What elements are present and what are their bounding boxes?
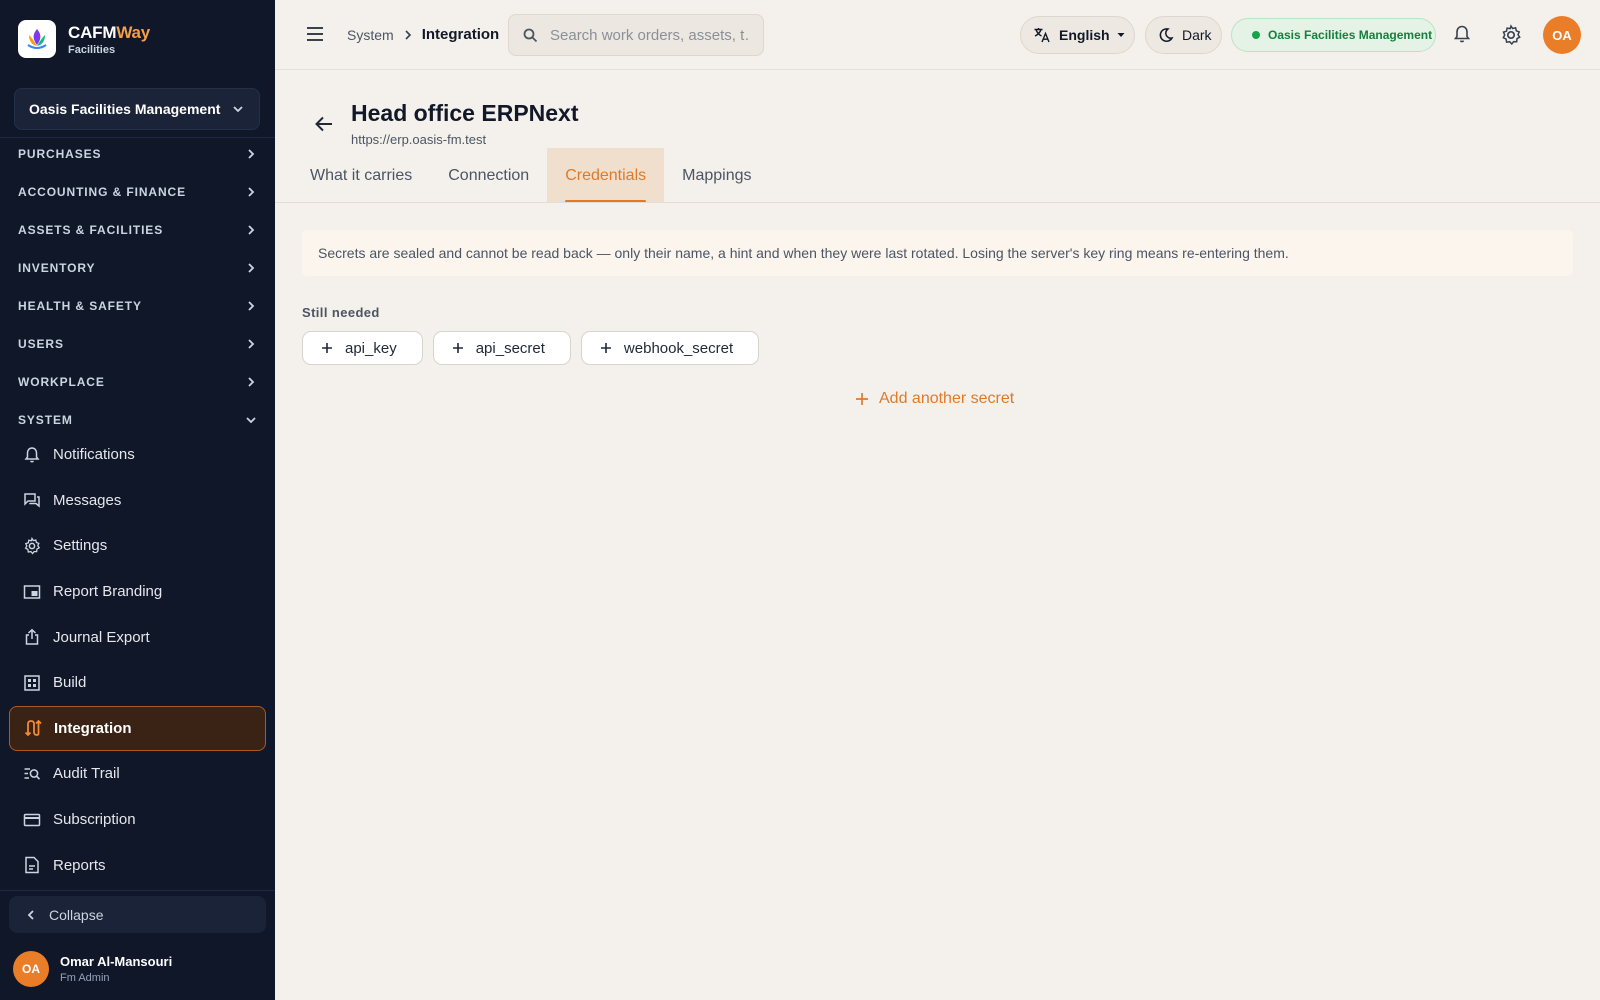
sidebar-sections: PURCHASES ACCOUNTING & FINANCE ASSETS & … — [0, 135, 275, 439]
chevron-left-icon — [27, 909, 34, 920]
chevron-right-icon — [248, 339, 255, 349]
moon-icon — [1159, 28, 1174, 42]
sidebar-section-accounting-finance[interactable]: ACCOUNTING & FINANCE — [0, 173, 275, 211]
system-menu: Notifications Messages Settings Report B… — [9, 432, 266, 888]
add-webhook-secret-button[interactable]: webhook_secret — [580, 331, 760, 365]
needed-secrets: api_key api_secret webhook_secret — [302, 331, 769, 365]
sidebar-item-integration[interactable]: Integration — [9, 705, 266, 752]
chevron-right-icon — [403, 29, 413, 40]
sidebar: CAFMWay Facilities Oasis Facilities Mana… — [0, 0, 275, 1000]
page-title: Head office ERPNext — [351, 100, 579, 126]
user-profile[interactable]: OA Omar Al-Mansouri Fm Admin — [13, 951, 172, 987]
collapse-button[interactable]: Collapse — [9, 896, 266, 933]
sidebar-section-users[interactable]: USERS — [0, 325, 275, 363]
gear-icon — [22, 536, 42, 556]
sidebar-item-build[interactable]: Build — [9, 660, 266, 706]
breadcrumb: System Integration — [347, 26, 499, 43]
sidebar-item-messages[interactable]: Messages — [9, 478, 266, 524]
tab-credentials[interactable]: Credentials — [547, 148, 665, 203]
tab-bar: What it carries Connection Credentials M… — [292, 148, 770, 203]
org-selector-label: Oasis Facilities Management — [29, 101, 221, 117]
sidebar-section-assets-facilities[interactable]: ASSETS & FACILITIES — [0, 211, 275, 249]
search-box — [508, 14, 764, 56]
tab-what-it-carries[interactable]: What it carries — [292, 148, 430, 203]
sidebar-item-report-branding[interactable]: Report Branding — [9, 569, 266, 615]
settings-gear-icon[interactable] — [1500, 24, 1522, 51]
sidebar-item-audit-trail[interactable]: Audit Trail — [9, 751, 266, 797]
breadcrumb-system[interactable]: System — [347, 27, 394, 43]
user-avatar[interactable]: OA — [1543, 16, 1581, 54]
sidebar-item-notifications[interactable]: Notifications — [9, 432, 266, 478]
plus-icon — [452, 343, 463, 353]
translate-icon — [1034, 28, 1050, 43]
chevron-right-icon — [248, 301, 255, 311]
sidebar-item-settings[interactable]: Settings — [9, 523, 266, 569]
add-api-key-button[interactable]: api_key — [302, 331, 423, 365]
sidebar-section-health-safety[interactable]: HEALTH & SAFETY — [0, 287, 275, 325]
avatar: OA — [13, 951, 49, 987]
theme-toggle[interactable]: Dark — [1145, 16, 1222, 54]
chevron-down-icon — [233, 106, 243, 113]
search-input[interactable] — [550, 26, 750, 44]
sidebar-item-journal-export[interactable]: Journal Export — [9, 614, 266, 660]
chevron-right-icon — [248, 377, 255, 387]
build-icon — [22, 673, 42, 693]
brand[interactable]: CAFMWay Facilities — [18, 20, 150, 58]
plus-icon — [856, 393, 868, 405]
integration-icon — [23, 718, 43, 738]
add-another-secret-button[interactable]: Add another secret — [855, 390, 1014, 408]
org-selector[interactable]: Oasis Facilities Management — [14, 88, 260, 130]
chevron-right-icon — [248, 149, 255, 159]
search-icon — [523, 28, 538, 42]
chevron-right-icon — [248, 263, 255, 273]
tab-mappings[interactable]: Mappings — [664, 148, 769, 203]
language-select[interactable]: English — [1020, 16, 1135, 54]
chevron-right-icon — [248, 225, 255, 235]
sidebar-item-subscription[interactable]: Subscription — [9, 797, 266, 843]
plus-icon — [322, 343, 332, 353]
sidebar-divider — [0, 890, 275, 891]
caret-down-icon — [1117, 33, 1125, 37]
secrets-notice: Secrets are sealed and cannot be read ba… — [302, 230, 1573, 276]
sidebar-section-workplace[interactable]: WORKPLACE — [0, 363, 275, 401]
brand-name: CAFMWay — [68, 22, 151, 42]
breadcrumb-current: Integration — [421, 26, 500, 43]
org-status-badge: Oasis Facilities Management — [1231, 18, 1436, 52]
brand-logo-icon — [18, 20, 56, 58]
still-needed-label: Still needed — [302, 305, 380, 320]
chevron-down-icon — [246, 417, 256, 424]
sidebar-section-inventory[interactable]: INVENTORY — [0, 249, 275, 287]
sidebar-section-purchases[interactable]: PURCHASES — [0, 135, 275, 173]
status-dot — [1252, 31, 1260, 39]
plus-icon — [600, 343, 611, 353]
export-icon — [22, 627, 42, 647]
user-role: Fm Admin — [60, 972, 110, 984]
sidebar-item-reports[interactable]: Reports — [9, 842, 266, 888]
card-icon — [22, 810, 42, 830]
audit-icon — [22, 764, 42, 784]
tabs-divider — [275, 202, 1600, 203]
report-icon — [22, 855, 42, 875]
topbar: System Integration English Dark Oasis Fa… — [275, 0, 1600, 70]
user-name: Omar Al-Mansouri — [60, 954, 173, 969]
menu-icon[interactable] — [305, 24, 325, 49]
tab-connection[interactable]: Connection — [430, 148, 547, 203]
chat-icon — [22, 490, 42, 510]
chevron-right-icon — [248, 187, 255, 197]
branding-icon — [22, 582, 42, 602]
page-url: https://erp.oasis-fm.test — [351, 132, 487, 147]
brand-subtitle: Facilities — [68, 43, 116, 56]
add-api-secret-button[interactable]: api_secret — [432, 331, 571, 365]
bell-icon — [22, 445, 42, 465]
notifications-bell-icon[interactable] — [1452, 24, 1472, 49]
back-arrow-icon[interactable] — [312, 112, 336, 141]
